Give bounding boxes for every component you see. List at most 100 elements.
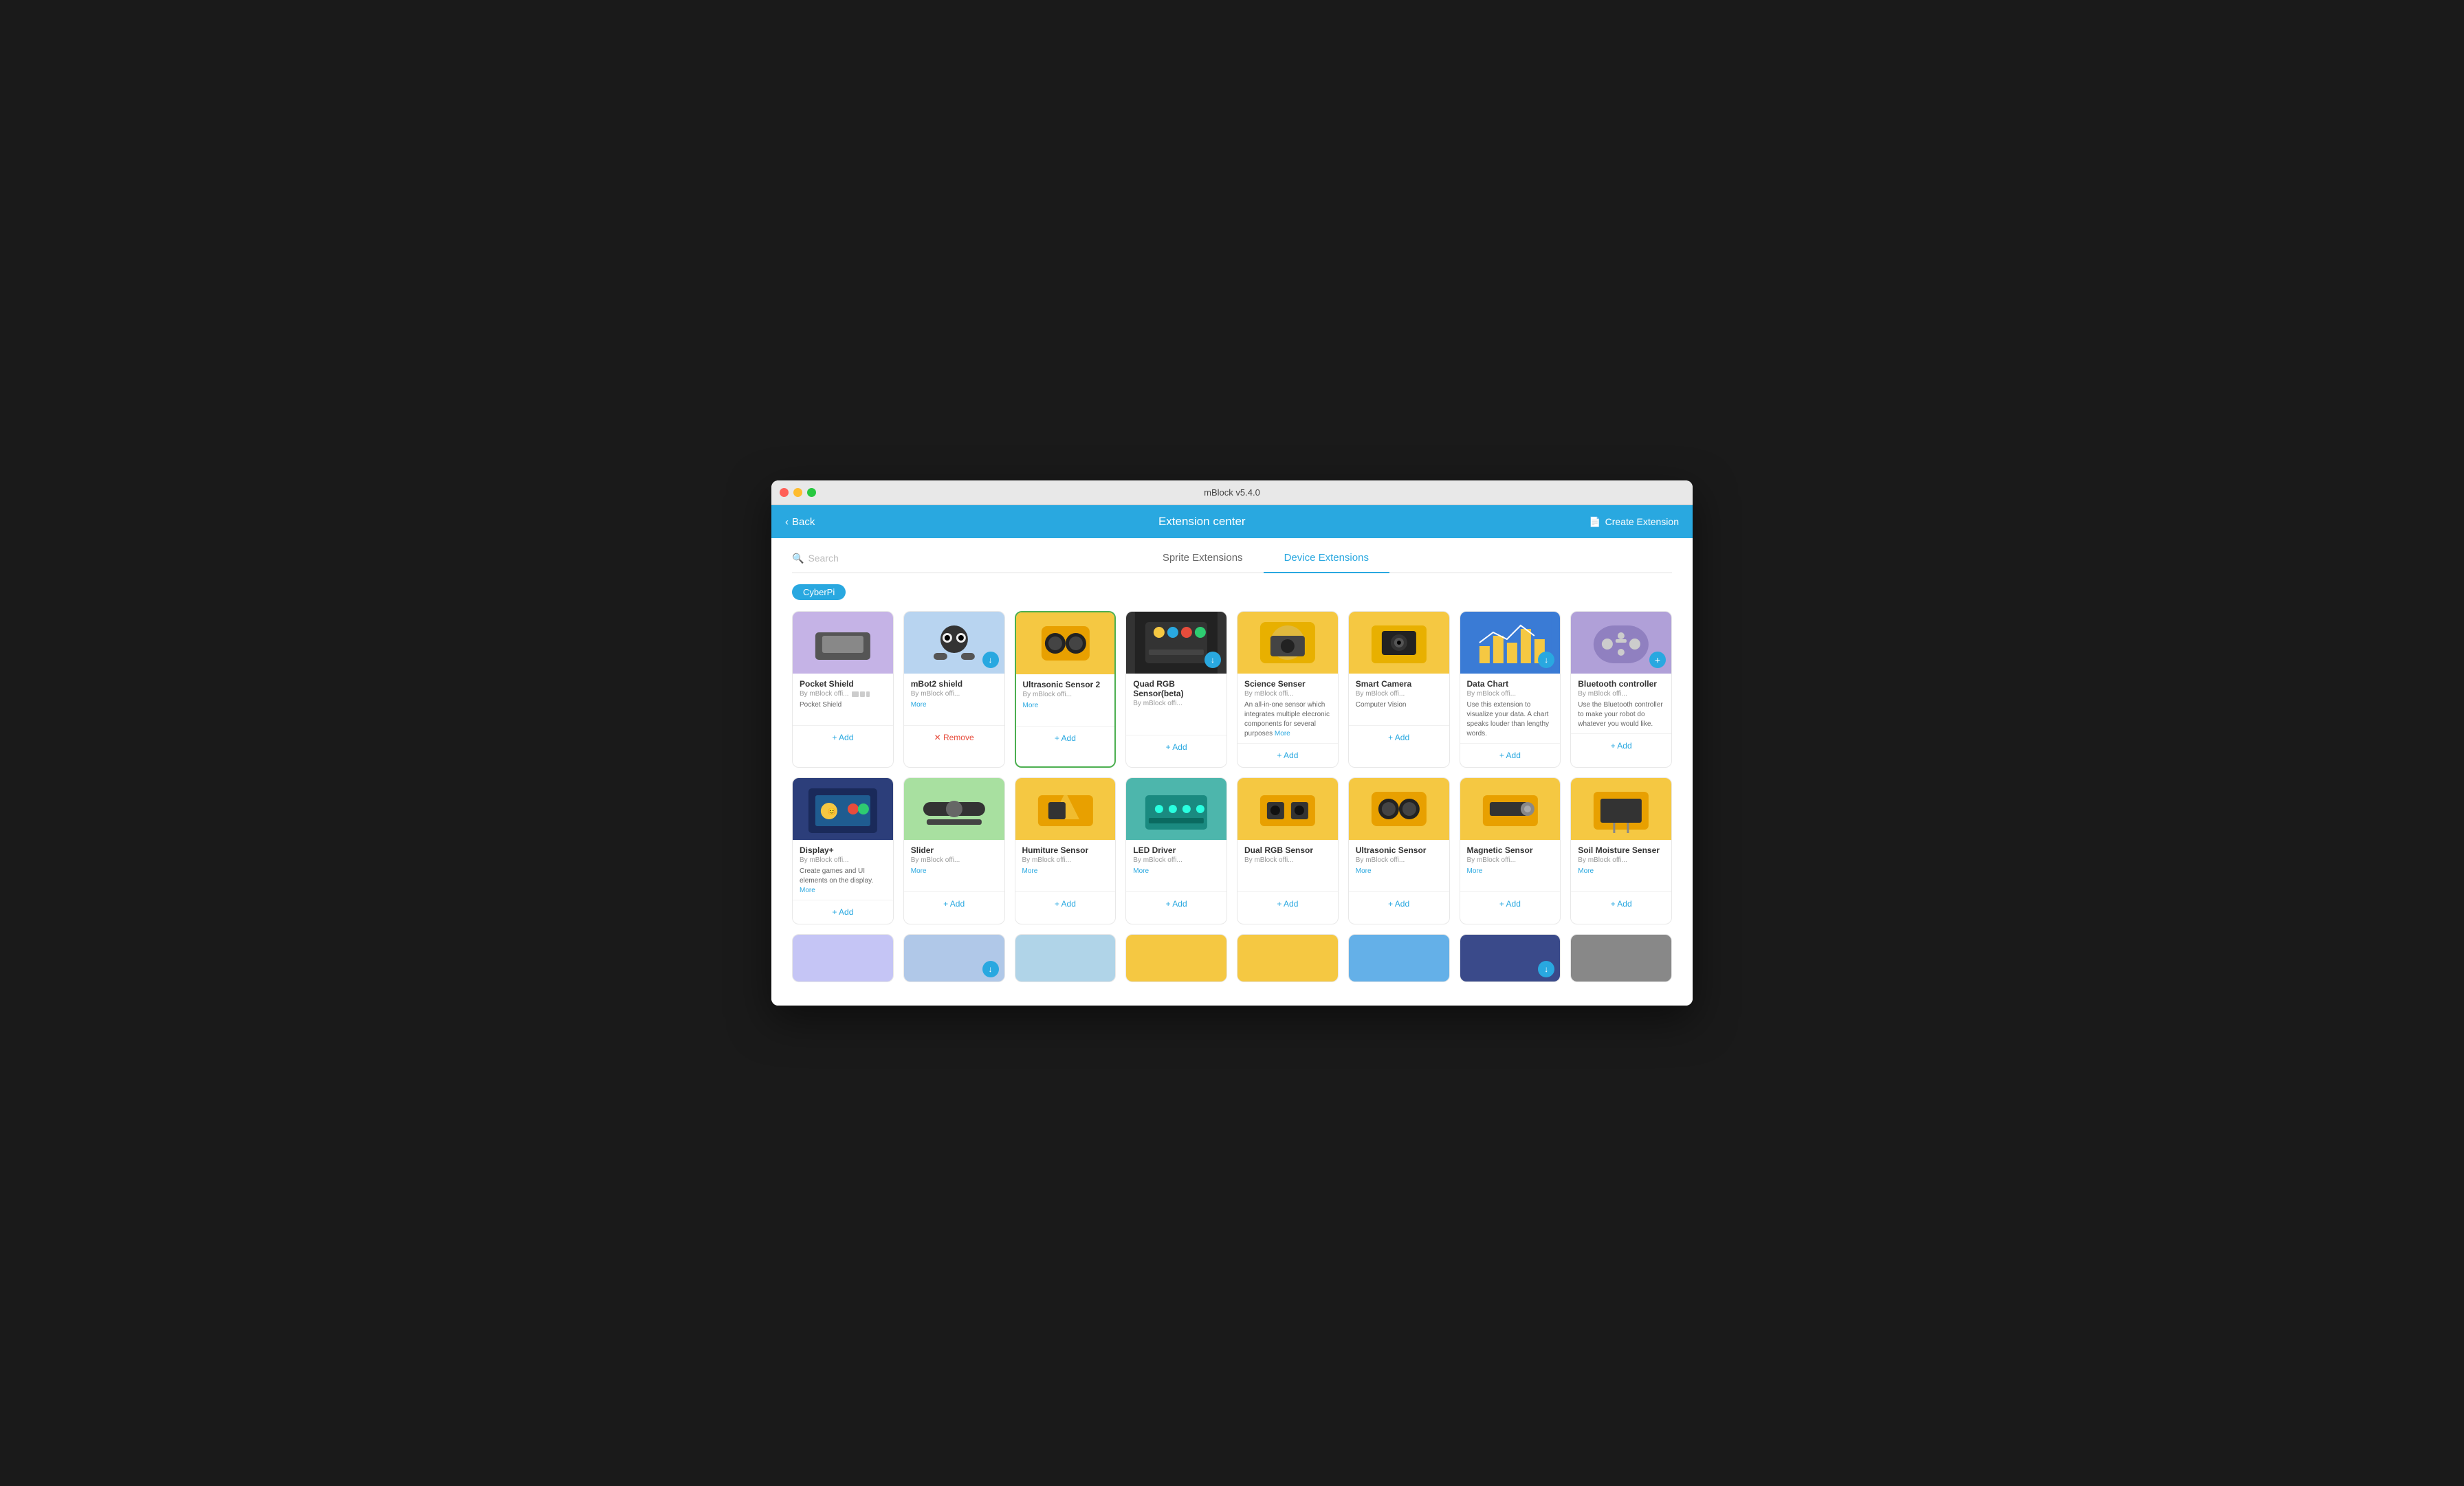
back-button[interactable]: ‹ Back bbox=[785, 516, 815, 528]
more-link-led[interactable]: More bbox=[1133, 867, 1149, 875]
card-image-ultrasonic bbox=[1349, 778, 1449, 840]
card-soil: Soil Moisture Senser By mBlock offi... M… bbox=[1570, 777, 1672, 924]
download-badge-row3-2: ↓ bbox=[982, 961, 999, 977]
card-body-data-chart: Data Chart By mBlock offi... Use this ex… bbox=[1460, 674, 1561, 739]
add-button[interactable]: + Add bbox=[1388, 733, 1409, 742]
card-bluetooth: + Bluetooth controller By mBlock offi...… bbox=[1570, 611, 1672, 768]
add-button[interactable]: + Add bbox=[1388, 899, 1409, 909]
card-body-display: Display+ By mBlock offi... Create games … bbox=[793, 840, 893, 896]
more-link-science[interactable]: More bbox=[1275, 730, 1290, 738]
card-body-smart-camera: Smart Camera By mBlock offi... Computer … bbox=[1349, 674, 1449, 721]
card-row3-1 bbox=[792, 934, 894, 982]
more-link-mbot2[interactable]: More bbox=[911, 701, 927, 709]
add-button[interactable]: + Add bbox=[832, 907, 853, 917]
card-action-ultrasonic: + Add bbox=[1349, 891, 1449, 916]
add-button[interactable]: + Add bbox=[1611, 741, 1632, 751]
card-body-mbot2: mBot2 shield By mBlock offi... More bbox=[904, 674, 1004, 721]
minimize-button[interactable] bbox=[793, 488, 802, 497]
cyberpi-tag[interactable]: CyberPi bbox=[792, 584, 846, 600]
more-link-soil[interactable]: More bbox=[1578, 867, 1594, 875]
card-row3-8 bbox=[1570, 934, 1672, 982]
card-image-row3-2: ↓ bbox=[904, 935, 1004, 982]
card-body-humiture: Humiture Sensor By mBlock offi... More bbox=[1015, 840, 1116, 887]
close-button[interactable] bbox=[780, 488, 789, 497]
header-title: Extension center bbox=[1158, 515, 1246, 529]
card-action-magnetic: + Add bbox=[1460, 891, 1561, 916]
more-link-ultrasonic[interactable]: More bbox=[1356, 867, 1372, 875]
card-image-data-chart: ↓ bbox=[1460, 612, 1561, 674]
create-extension-button[interactable]: 📄 Create Extension bbox=[1589, 516, 1679, 528]
cards-row-3: ↓ ↓ bbox=[792, 934, 1672, 982]
card-image-display: 😊 bbox=[793, 778, 893, 840]
card-action-pocket-shield: + Add bbox=[793, 725, 893, 749]
title-bar: mBlock v5.4.0 bbox=[771, 480, 1693, 505]
card-image-row3-5 bbox=[1238, 935, 1338, 982]
card-humiture: Humiture Sensor By mBlock offi... More +… bbox=[1015, 777, 1116, 924]
card-body-soil: Soil Moisture Senser By mBlock offi... M… bbox=[1571, 840, 1671, 887]
download-badge-row3-7: ↓ bbox=[1538, 961, 1554, 977]
add-button[interactable]: + Add bbox=[1611, 899, 1632, 909]
card-led-driver: LED Driver By mBlock offi... More + Add bbox=[1125, 777, 1227, 924]
card-image-soil bbox=[1571, 778, 1671, 840]
card-action-bluetooth: + Add bbox=[1571, 733, 1671, 757]
card-magnetic: Magnetic Sensor By mBlock offi... More +… bbox=[1460, 777, 1561, 924]
create-icon: 📄 bbox=[1589, 516, 1600, 528]
card-image-row3-4 bbox=[1126, 935, 1226, 982]
app-header: ‹ Back Extension center 📄 Create Extensi… bbox=[771, 505, 1693, 538]
add-button[interactable]: + Add bbox=[832, 733, 853, 742]
card-action-soil: + Add bbox=[1571, 891, 1671, 916]
card-row3-3 bbox=[1015, 934, 1116, 982]
add-button[interactable]: + Add bbox=[1499, 751, 1521, 760]
device-icons bbox=[852, 691, 870, 697]
card-image-humiture bbox=[1015, 778, 1116, 840]
add-button[interactable]: + Add bbox=[1166, 742, 1187, 752]
card-action-humiture: + Add bbox=[1015, 891, 1116, 916]
more-link-display[interactable]: More bbox=[800, 887, 815, 894]
remove-button[interactable]: ✕ Remove bbox=[934, 733, 974, 742]
card-image-led-driver bbox=[1126, 778, 1226, 840]
add-button[interactable]: + Add bbox=[943, 899, 965, 909]
content-area: 🔍 Search Sprite Extensions Device Extens… bbox=[771, 538, 1693, 1006]
card-row3-6 bbox=[1348, 934, 1450, 982]
card-image-quad-rgb: ↓ bbox=[1126, 612, 1226, 674]
card-body-slider: Slider By mBlock offi... More bbox=[904, 840, 1004, 887]
search-box: 🔍 Search bbox=[792, 553, 839, 573]
card-image-mbot2: ↓ bbox=[904, 612, 1004, 674]
card-image-pocket-shield bbox=[793, 612, 893, 674]
add-button[interactable]: + Add bbox=[1499, 899, 1521, 909]
add-button[interactable]: + Add bbox=[1055, 733, 1076, 743]
card-science: Science Senser By mBlock offi... An all-… bbox=[1237, 611, 1339, 768]
add-button[interactable]: + Add bbox=[1055, 899, 1076, 909]
add-button[interactable]: + Add bbox=[1166, 899, 1187, 909]
download-badge-quad: ↓ bbox=[1204, 652, 1221, 668]
tab-sprite[interactable]: Sprite Extensions bbox=[1142, 552, 1264, 573]
more-link-slider[interactable]: More bbox=[911, 867, 927, 875]
card-action-science: + Add bbox=[1238, 743, 1338, 767]
tabs-container: Sprite Extensions Device Extensions bbox=[859, 552, 1672, 573]
cards-row-1: Pocket Shield By mBlock offi... Pocket S… bbox=[792, 611, 1672, 768]
card-author: By mBlock offi... bbox=[800, 690, 886, 698]
cards-row-2: 😊 Display+ By mBlock offi... Create game… bbox=[792, 777, 1672, 924]
card-body-quad-rgb: Quad RGB Sensor(beta) By mBlock offi... bbox=[1126, 674, 1226, 731]
card-body-led-driver: LED Driver By mBlock offi... More bbox=[1126, 840, 1226, 887]
more-link-magnetic[interactable]: More bbox=[1467, 867, 1483, 875]
download-badge: ↓ bbox=[982, 652, 999, 668]
card-body-pocket-shield: Pocket Shield By mBlock offi... Pocket S… bbox=[793, 674, 893, 721]
card-smart-camera: Smart Camera By mBlock offi... Computer … bbox=[1348, 611, 1450, 768]
search-tabs-bar: 🔍 Search Sprite Extensions Device Extens… bbox=[792, 552, 1672, 573]
card-action-slider: + Add bbox=[904, 891, 1004, 916]
card-row3-2: ↓ bbox=[903, 934, 1005, 982]
card-ultrasonic2: Ultrasonic Sensor 2 By mBlock offi... Mo… bbox=[1015, 611, 1116, 768]
maximize-button[interactable] bbox=[807, 488, 816, 497]
tab-device[interactable]: Device Extensions bbox=[1264, 552, 1389, 573]
card-body-ultrasonic: Ultrasonic Sensor By mBlock offi... More bbox=[1349, 840, 1449, 887]
card-image-science bbox=[1238, 612, 1338, 674]
card-pocket-shield: Pocket Shield By mBlock offi... Pocket S… bbox=[792, 611, 894, 768]
add-button[interactable]: + Add bbox=[1277, 751, 1298, 760]
add-button[interactable]: + Add bbox=[1277, 899, 1298, 909]
more-link-humiture[interactable]: More bbox=[1022, 867, 1038, 875]
more-link-ultrasonic2[interactable]: More bbox=[1023, 702, 1039, 709]
card-row3-7: ↓ bbox=[1460, 934, 1561, 982]
card-action-smart-camera: + Add bbox=[1349, 725, 1449, 749]
card-image-row3-7: ↓ bbox=[1460, 935, 1561, 982]
